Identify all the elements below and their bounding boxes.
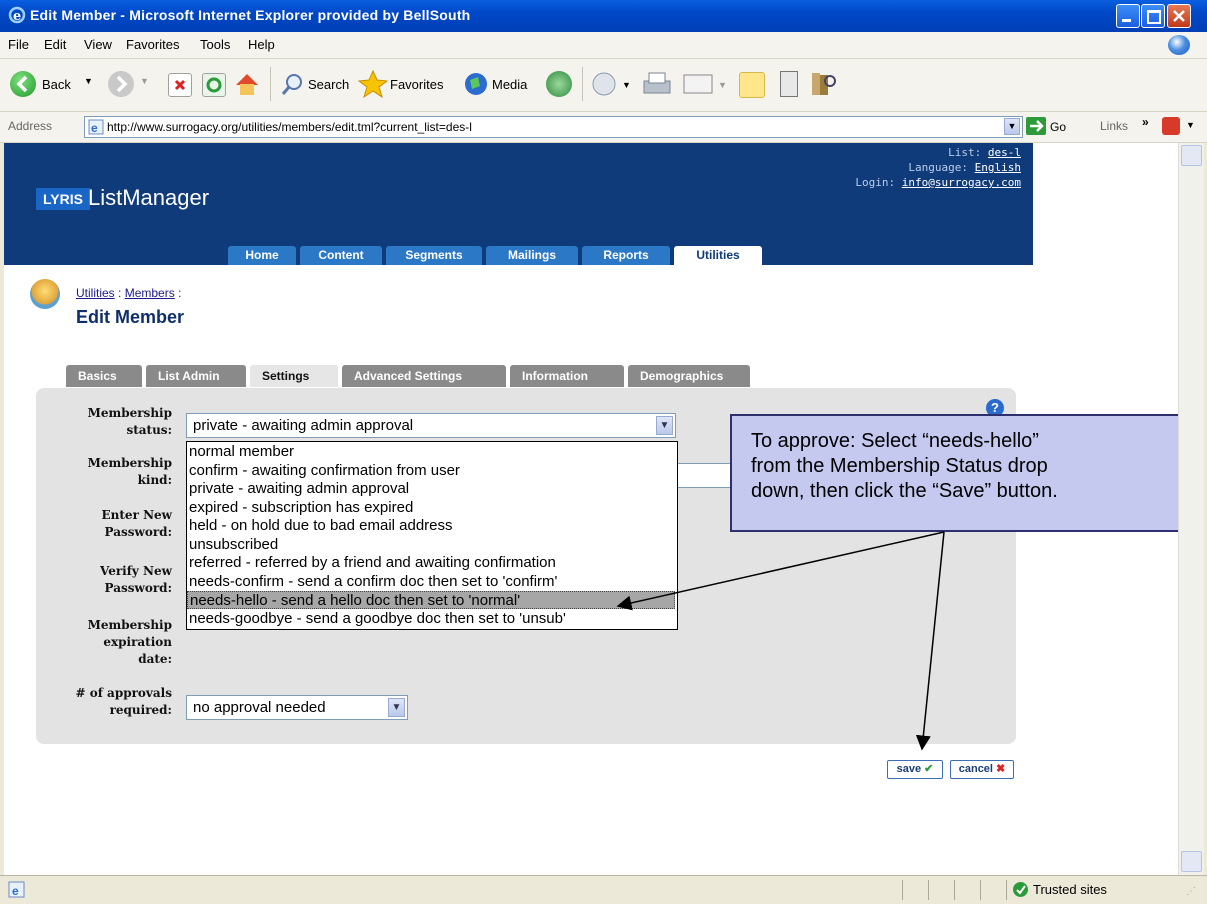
minimize-button[interactable] bbox=[1116, 4, 1140, 28]
page-status-icon: e bbox=[8, 881, 25, 898]
toolbar-separator bbox=[270, 67, 271, 101]
maximize-icon bbox=[1147, 10, 1161, 24]
svg-text:e: e bbox=[12, 884, 19, 898]
ie-logo-icon: e bbox=[8, 6, 26, 24]
stop-icon bbox=[168, 73, 192, 97]
page-icon: e bbox=[88, 119, 104, 135]
address-url: http://www.surrogacy.org/utilities/membe… bbox=[107, 120, 472, 134]
address-bar: Address e http://www.surrogacy.org/utili… bbox=[0, 112, 1207, 143]
window-title: Edit Member - Microsoft Internet Explore… bbox=[30, 7, 471, 23]
close-button[interactable] bbox=[1167, 4, 1191, 28]
messenger-button[interactable] bbox=[774, 69, 802, 99]
go-button[interactable]: Go bbox=[1050, 120, 1066, 134]
pdf-icon[interactable] bbox=[1162, 117, 1180, 135]
scroll-down-icon[interactable] bbox=[1181, 851, 1202, 872]
home-button[interactable] bbox=[232, 69, 262, 99]
trusted-sites-icon bbox=[1013, 882, 1028, 897]
toolbar: Back ▼ ▼ Search Favorites Media ▼ ▼ bbox=[0, 59, 1207, 112]
address-label: Address bbox=[8, 119, 53, 133]
chevron-right-icon[interactable]: » bbox=[1142, 115, 1149, 129]
page-content: LYRIS ListManager List: des-l Language: … bbox=[4, 143, 1178, 875]
printer-icon bbox=[643, 72, 671, 94]
forward-arrow-icon bbox=[108, 71, 134, 97]
star-icon bbox=[358, 69, 388, 99]
svg-text:e: e bbox=[91, 121, 98, 135]
edit-button[interactable]: ▼ bbox=[680, 69, 730, 99]
svg-text:e: e bbox=[13, 9, 21, 24]
note-icon bbox=[739, 72, 765, 98]
windows-logo-icon bbox=[1168, 35, 1190, 55]
mail-icon: ▼ bbox=[592, 72, 631, 96]
media-button[interactable]: Media bbox=[460, 69, 542, 99]
forward-dropdown-icon[interactable]: ▼ bbox=[140, 76, 149, 86]
go-arrow-icon[interactable] bbox=[1026, 117, 1046, 135]
stop-button[interactable] bbox=[164, 69, 192, 99]
callout-arrows bbox=[616, 531, 945, 751]
home-icon bbox=[236, 74, 258, 95]
menu-favorites[interactable]: Favorites bbox=[126, 37, 179, 52]
menu-edit[interactable]: Edit bbox=[44, 37, 66, 52]
toolbar-separator bbox=[582, 67, 583, 101]
zone-label: Trusted sites bbox=[1033, 882, 1107, 897]
back-arrow-icon bbox=[10, 71, 36, 97]
research-icon bbox=[812, 73, 836, 95]
address-input[interactable]: e http://www.surrogacy.org/utilities/mem… bbox=[84, 116, 1023, 138]
svg-text:▼: ▼ bbox=[622, 80, 631, 90]
search-label: Search bbox=[308, 77, 350, 92]
forward-button[interactable]: ▼ bbox=[106, 69, 156, 99]
close-icon bbox=[1173, 10, 1185, 22]
messenger-icon bbox=[780, 71, 798, 97]
history-icon bbox=[546, 71, 572, 97]
pdf-dropdown-icon[interactable]: ▼ bbox=[1186, 120, 1195, 130]
menu-view[interactable]: View bbox=[84, 37, 112, 52]
vertical-scrollbar[interactable] bbox=[1178, 143, 1204, 875]
print-button[interactable] bbox=[640, 69, 674, 99]
links-label[interactable]: Links bbox=[1100, 119, 1128, 133]
scroll-up-icon[interactable] bbox=[1181, 145, 1202, 166]
menu-bar: File Edit View Favorites Tools Help bbox=[0, 32, 1207, 59]
media-icon bbox=[465, 73, 487, 95]
back-button[interactable]: Back ▼ bbox=[8, 69, 98, 99]
back-label: Back bbox=[42, 77, 71, 92]
status-bar: e Trusted sites ⋰ bbox=[0, 875, 1207, 904]
svg-text:▼: ▼ bbox=[718, 80, 727, 90]
discuss-button[interactable] bbox=[736, 69, 766, 99]
mail-button[interactable]: ▼ bbox=[590, 69, 634, 99]
minimize-icon bbox=[1122, 19, 1131, 22]
refresh-button[interactable] bbox=[198, 69, 226, 99]
media-label: Media bbox=[492, 77, 528, 92]
history-button[interactable] bbox=[544, 69, 574, 99]
research-button[interactable] bbox=[808, 69, 838, 99]
search-icon bbox=[281, 74, 302, 95]
menu-file[interactable]: File bbox=[8, 37, 29, 52]
edit-document-icon: ▼ bbox=[683, 74, 727, 94]
search-button[interactable]: Search bbox=[278, 69, 356, 99]
title-bar: e Edit Member - Microsoft Internet Explo… bbox=[0, 0, 1207, 32]
refresh-icon bbox=[202, 73, 226, 97]
maximize-button[interactable] bbox=[1141, 4, 1165, 28]
resize-grip-icon[interactable]: ⋰ bbox=[1186, 886, 1196, 897]
menu-tools[interactable]: Tools bbox=[200, 37, 230, 52]
favorites-button[interactable]: Favorites bbox=[358, 69, 458, 99]
arrow-to-save bbox=[915, 531, 945, 751]
menu-help[interactable]: Help bbox=[248, 37, 275, 52]
address-dropdown-icon[interactable]: ▼ bbox=[1004, 118, 1020, 135]
arrow-to-needs-hello bbox=[616, 531, 945, 611]
back-dropdown-icon[interactable]: ▼ bbox=[84, 76, 93, 86]
favorites-label: Favorites bbox=[390, 77, 444, 92]
